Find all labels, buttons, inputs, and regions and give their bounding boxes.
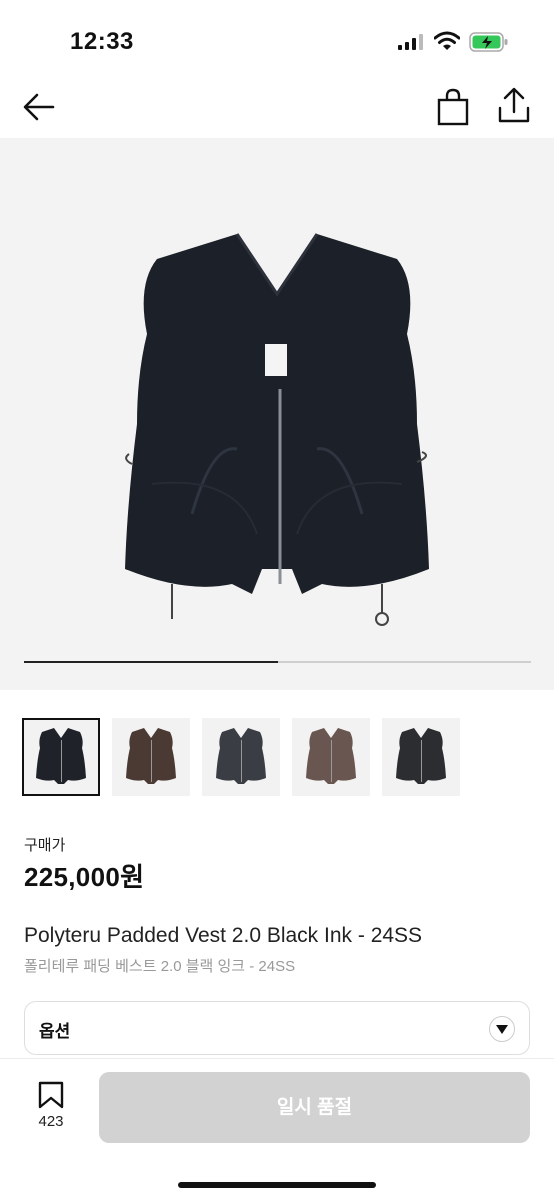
dropdown-caret (489, 1016, 515, 1042)
color-thumbnail[interactable] (112, 718, 190, 796)
option-select[interactable]: 옵션 (24, 1001, 530, 1055)
temporarily-sold-out-button[interactable]: 일시 품절 (99, 1072, 530, 1143)
vest-thumbnail-image (126, 728, 176, 784)
color-thumbnail[interactable] (202, 718, 280, 796)
cellular-signal-icon (398, 34, 423, 50)
battery-charging-icon (469, 32, 508, 52)
vest-thumbnail-image (396, 728, 446, 784)
product-price: 225,000원 (24, 862, 145, 892)
product-name-korean: 폴리테루 패딩 베스트 2.0 블랙 잉크 - 24SS (24, 958, 296, 975)
product-name-english: Polyteru Padded Vest 2.0 Black Ink - 24S… (24, 924, 423, 947)
vest-thumbnail-image (36, 728, 86, 784)
bottom-action-bar: 423 일시 품절 (0, 1058, 554, 1201)
back-arrow-icon[interactable] (20, 90, 58, 124)
vest-thumbnail-image (216, 728, 266, 784)
bookmark-icon (38, 1081, 64, 1109)
carousel-progress-fill (24, 661, 278, 663)
price-label: 구매가 (24, 837, 66, 854)
option-label: 옵션 (39, 1022, 71, 1041)
share-icon[interactable] (496, 86, 532, 126)
home-indicator (178, 1182, 376, 1188)
status-bar: 12:33 (0, 0, 554, 80)
bookmark-count: 423 (38, 1113, 64, 1130)
top-navigation (0, 80, 554, 136)
vest-thumbnail-image (306, 728, 356, 784)
status-time: 12:33 (70, 28, 134, 55)
product-vest-image (125, 233, 429, 626)
color-thumbnail[interactable] (382, 718, 460, 796)
wifi-icon (434, 31, 460, 50)
shopping-bag-icon[interactable] (436, 88, 470, 126)
color-thumbnail[interactable] (292, 718, 370, 796)
bookmark-button[interactable]: 423 (26, 1081, 76, 1133)
color-thumbnail[interactable] (22, 718, 100, 796)
product-image-carousel[interactable] (0, 138, 554, 690)
color-thumbnail-list (22, 718, 542, 800)
triangle-down-icon (496, 1025, 508, 1034)
carousel-progress-bar (24, 661, 531, 663)
